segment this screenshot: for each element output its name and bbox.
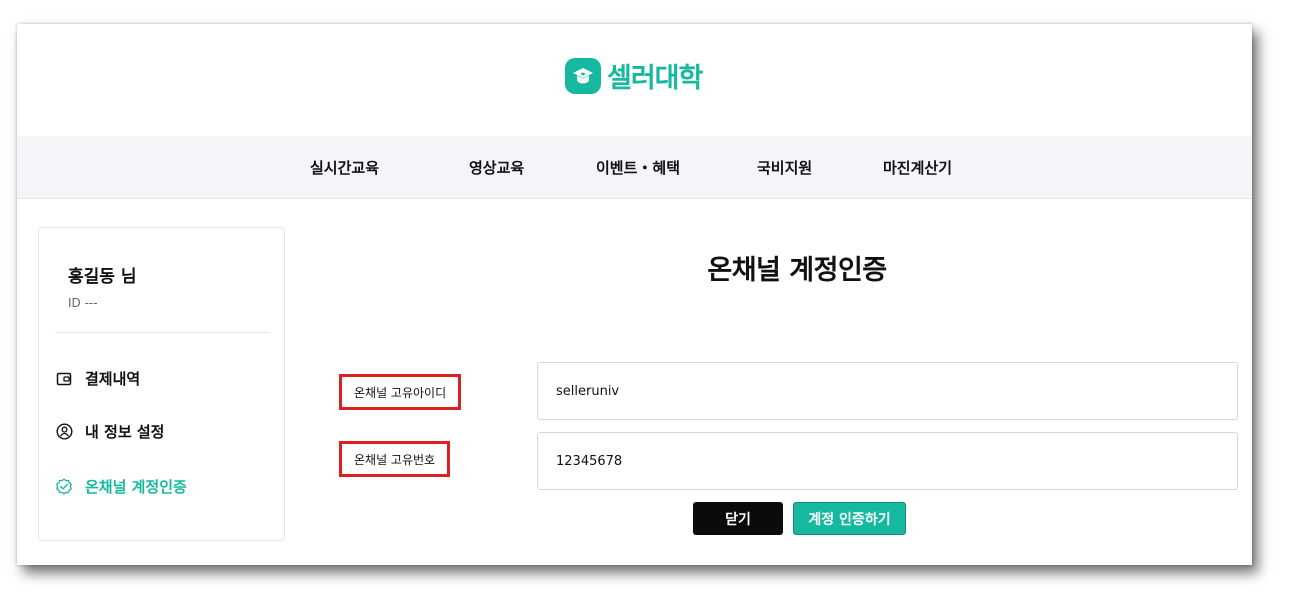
nav-item-margin-calculator[interactable]: 마진계산기 bbox=[883, 157, 952, 178]
app-window: 셀러대학 실시간교육 영상교육 이벤트・혜택 국비지원 마진계산기 홍길동 님 … bbox=[17, 24, 1252, 565]
sidebar-item-label: 결제내역 bbox=[85, 370, 141, 388]
check-badge-icon bbox=[55, 478, 73, 496]
onchannel-id-label: 온채널 고유아이디 bbox=[339, 374, 462, 410]
verify-account-button[interactable]: 계정 인증하기 bbox=[793, 502, 906, 535]
onchannel-id-input[interactable] bbox=[537, 362, 1238, 420]
main-nav: 실시간교육 영상교육 이벤트・혜택 국비지원 마진계산기 bbox=[17, 136, 1252, 199]
sidebar-divider bbox=[55, 332, 269, 333]
sidebar-item-payment-history[interactable]: 결제내역 bbox=[55, 368, 140, 389]
brand-name: 셀러대학 bbox=[607, 63, 703, 94]
wallet-icon bbox=[55, 370, 73, 388]
nav-item-government-support[interactable]: 국비지원 bbox=[757, 157, 812, 178]
onchannel-number-label: 온채널 고유번호 bbox=[339, 441, 451, 477]
sidebar-item-my-info[interactable]: 내 정보 설정 bbox=[55, 421, 164, 442]
graduation-cap-icon bbox=[565, 57, 601, 94]
account-sidebar: 홍길동 님 ID --- 결제내역 내 정보 설정 온채널 계정인증 bbox=[38, 227, 285, 541]
nav-item-events-benefits[interactable]: 이벤트・혜택 bbox=[596, 157, 680, 178]
user-circle-icon bbox=[55, 423, 73, 441]
sidebar-item-onchannel-verification[interactable]: 온채널 계정인증 bbox=[55, 476, 187, 497]
brand-logo[interactable]: 셀러대학 bbox=[565, 56, 703, 95]
site-header: 셀러대학 bbox=[17, 24, 1252, 136]
nav-item-live-education[interactable]: 실시간교육 bbox=[310, 157, 379, 178]
nav-item-video-education[interactable]: 영상교육 bbox=[469, 157, 524, 178]
onchannel-number-input[interactable] bbox=[537, 432, 1238, 490]
sidebar-item-label: 내 정보 설정 bbox=[85, 423, 165, 441]
user-name: 홍길동 님 bbox=[68, 267, 137, 287]
close-button[interactable]: 닫기 bbox=[693, 502, 783, 535]
sidebar-item-label: 온채널 계정인증 bbox=[85, 478, 187, 496]
user-id: ID --- bbox=[68, 296, 98, 310]
page-title: 온채널 계정인증 bbox=[707, 255, 887, 286]
